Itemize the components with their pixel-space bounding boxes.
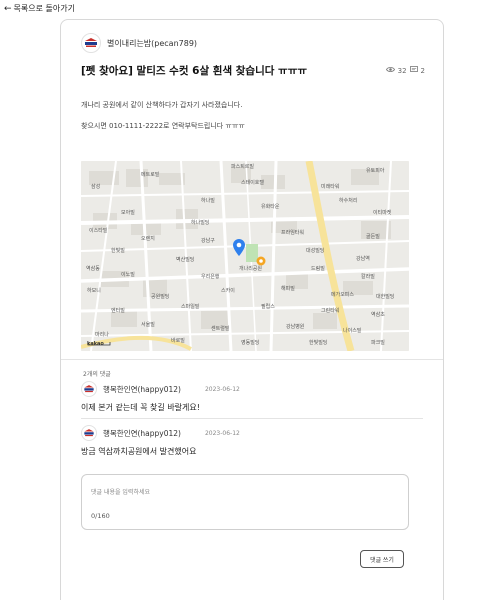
- map-label: 하수처리: [339, 198, 358, 204]
- map-label: 마리나: [95, 332, 109, 338]
- submit-comment-button[interactable]: 댓글 쓰기: [360, 550, 404, 568]
- divider: [61, 359, 443, 360]
- map-label: 대한빌딩: [376, 294, 395, 300]
- map-label: 메트로빌: [141, 172, 160, 178]
- map-label: 강남병원: [286, 324, 305, 330]
- comment-textarea[interactable]: 댓글 내용을 입력하세요 0/160: [81, 474, 409, 530]
- comment-item: 행복한인연(happy012) 2023-06-12 방금 역삼까치공원에서 발…: [81, 425, 423, 457]
- comments-stat-count: 2: [420, 66, 425, 75]
- commenter-name[interactable]: 행복한인연(happy012): [103, 384, 181, 395]
- comment-text: 방금 역삼까치공원에서 발견했어요: [81, 447, 197, 456]
- eye-icon: [385, 66, 395, 75]
- map-label: 서울빌: [141, 322, 155, 328]
- comment-count: 2개의 댓글: [83, 371, 111, 378]
- avatar: [81, 425, 97, 441]
- map-label: 바로빌: [171, 338, 185, 344]
- map-label: 칼라빌: [361, 274, 375, 280]
- map-label: 골든빌: [366, 234, 380, 240]
- map-label: 프라임타워: [281, 230, 305, 236]
- map-label: 하모니: [87, 288, 101, 294]
- map-label: 드림빌: [311, 266, 325, 272]
- map-label: 영동빌딩: [241, 340, 260, 346]
- map-label: 이스타빌: [89, 228, 108, 234]
- brand-logo-icon: [84, 429, 94, 437]
- comment-item: 행복한인연(happy012) 2023-06-12 이제 본거 같는데 꼭 찾…: [81, 381, 423, 413]
- avatar: [81, 381, 97, 397]
- map-label: 오렌지: [141, 236, 155, 242]
- post-body-line: 개나리 공원에서 같이 산책하다가 갑자기 사라졌습니다.: [81, 101, 243, 109]
- map-label: 메가오피스: [331, 292, 355, 298]
- comment-text: 이제 본거 같는데 꼭 찾길 바랄게요!: [81, 403, 200, 412]
- map-label: 미래타워: [321, 184, 340, 190]
- scale-bar-icon: [87, 342, 111, 346]
- post-stats: 32 2: [385, 66, 425, 75]
- map-label: 유화타운: [261, 204, 280, 210]
- back-to-list-link[interactable]: ← 목록으로 돌아가기: [4, 3, 75, 14]
- map-label: 파스퇴르빌: [231, 164, 255, 170]
- post-author: 별이내리는밤(pecan789): [81, 33, 197, 53]
- map-scale: kakao: [87, 341, 111, 347]
- brand-logo-icon: [84, 38, 98, 47]
- brand-logo-icon: [84, 385, 94, 393]
- map-label: 필립스: [261, 304, 275, 310]
- map-label: 삼성: [91, 184, 101, 190]
- map-label: 벽산빌딩: [176, 257, 195, 263]
- map-label: 하나빌딩: [191, 220, 210, 226]
- comment-icon: [409, 66, 418, 75]
- post-card: 별이내리는밤(pecan789) [펫 찾아요] 말티즈 수컷 6살 흰색 찾습…: [60, 19, 444, 600]
- map-label: 역삼동: [86, 266, 100, 272]
- post-title: [펫 찾아요] 말티즈 수컷 6살 흰색 찾습니다 ㅠㅠㅠ: [81, 65, 308, 77]
- map-label: 파크빌: [371, 340, 385, 346]
- map-label: 역삼초: [371, 312, 385, 318]
- map-label: 스카이: [221, 288, 235, 294]
- avatar: [81, 33, 101, 53]
- map-label: 해피빌: [281, 286, 295, 292]
- arrow-left-icon: ←: [4, 3, 12, 14]
- map-label: 공원빌딩: [151, 294, 170, 300]
- back-link-label: 목록으로 돌아가기: [13, 4, 75, 13]
- map-label: 이티마켓: [373, 210, 392, 216]
- map-label: 대성빌딩: [306, 248, 325, 254]
- map-label: 우리은행: [201, 274, 220, 280]
- map-label: 이노빌: [121, 272, 135, 278]
- title-row: [펫 찾아요] 말티즈 수컷 6살 흰색 찾습니다 ㅠㅠㅠ 32 2: [81, 63, 425, 78]
- map-label: 엔터빌: [111, 308, 125, 314]
- location-map[interactable]: 파스퇴르빌 메트로빌 삼성 미래타워 하나빌 스테이호텔 유토피아 모아빌 하나…: [81, 161, 409, 351]
- post-body-line: 찾으시면 010-1111-2222로 연락부탁드립니다 ㅠㅠㅠ: [81, 122, 245, 130]
- comment-placeholder: 댓글 내용을 입력하세요: [91, 489, 151, 496]
- comment-date: 2023-06-12: [204, 385, 240, 393]
- map-label: 모아빌: [121, 210, 135, 216]
- comment-header: 행복한인연(happy012) 2023-06-12: [81, 425, 423, 441]
- map-label: 강남역: [356, 256, 370, 262]
- commenter-name[interactable]: 행복한인연(happy012): [103, 428, 181, 439]
- comment-date: 2023-06-12: [204, 429, 240, 437]
- map-label: 한빛빌딩: [309, 340, 328, 346]
- divider: [81, 418, 423, 419]
- map-label: 한빛빌: [111, 248, 125, 254]
- character-counter: 0/160: [91, 512, 110, 520]
- views-count: 32: [397, 66, 407, 75]
- map-label: 스마일빌: [181, 304, 200, 310]
- map-label: 그린타워: [321, 308, 340, 314]
- map-label: 나이스빌: [343, 328, 362, 334]
- map-label: 하나빌: [201, 198, 215, 204]
- map-label: 유토피아: [366, 168, 385, 174]
- map-label: 센트럴빌: [211, 326, 230, 332]
- author-name[interactable]: 별이내리는밤(pecan789): [107, 38, 197, 49]
- comment-header: 행복한인연(happy012) 2023-06-12: [81, 381, 423, 397]
- map-label: 스테이호텔: [241, 180, 265, 186]
- map-label: 강남구: [201, 238, 215, 244]
